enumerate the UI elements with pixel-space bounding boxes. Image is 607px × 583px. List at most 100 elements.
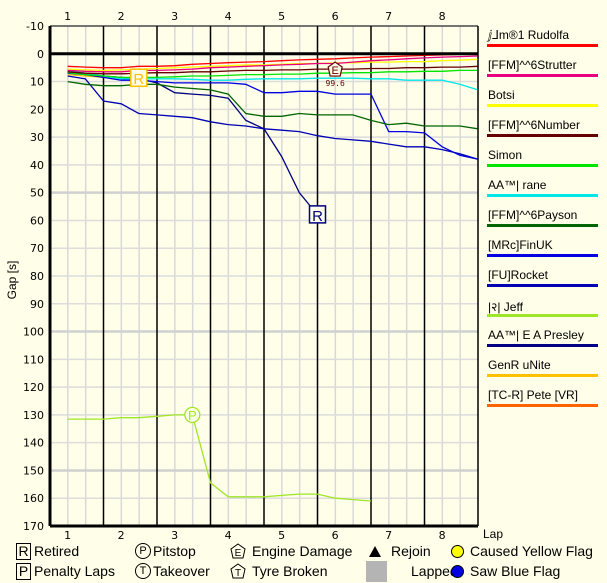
y-tick-label: 150	[23, 464, 44, 477]
penalty-laps-icon: P	[16, 562, 31, 580]
yellow-flag-icon	[451, 544, 464, 558]
legend-item: AA™| rane	[487, 176, 599, 206]
legend-label: Takeover	[153, 563, 210, 579]
legend-label: Retired	[34, 543, 80, 559]
legend-item: Botsi	[487, 86, 599, 116]
legend-yellow-flag: Caused Yellow Flag	[451, 541, 593, 561]
event-legend: R Retired P Pitstop E Engine Damage Rejo…	[0, 540, 607, 582]
x-tick-label-top: 6	[332, 10, 339, 23]
legend-item: [TC-R] Pete [VR]	[487, 386, 599, 416]
legend-label: Pitstop	[153, 543, 196, 559]
legend-item-swatch	[487, 104, 598, 107]
retired-marker-label: R	[312, 208, 323, 225]
x-tick-label-top: 4	[225, 10, 232, 23]
engine-damage-value: 99.6	[326, 79, 345, 88]
legend-pitstop: P Pitstop	[135, 541, 196, 561]
x-tick-label-top: 5	[278, 10, 285, 23]
y-tick-label: 160	[23, 492, 44, 505]
legend-item-swatch	[487, 254, 598, 257]
y-tick-label: 130	[23, 409, 44, 422]
legend-rejoin: Rejoin	[369, 541, 431, 561]
legend-item-label: [MRc]FinUK	[488, 238, 553, 252]
legend-item: |२| Jeff	[487, 296, 599, 326]
legend-item-swatch	[487, 194, 598, 197]
x-tick-label-top: 1	[64, 10, 71, 23]
legend-item-swatch	[487, 164, 598, 167]
legend-item-label: [TC-R] Pete [VR]	[488, 388, 579, 402]
legend-lapped: Lapped	[366, 559, 458, 583]
legend-item: [MRc]FinUK	[487, 236, 599, 266]
pitstop-marker-label: P	[188, 408, 197, 423]
engine-damage-marker-label: E	[331, 65, 338, 77]
legend-label: Rejoin	[391, 543, 431, 559]
lapped-icon	[366, 560, 387, 582]
x-tick-label-top: 3	[171, 10, 178, 23]
y-tick-label: 10	[30, 76, 44, 89]
legend-label: Caused Yellow Flag	[470, 543, 593, 559]
legend-blue-flag: Saw Blue Flag	[451, 561, 560, 581]
y-tick-label: 140	[23, 437, 44, 450]
legend-item-swatch	[487, 134, 598, 137]
legend-item: [FU]Rocket	[487, 266, 599, 296]
legend-item-swatch	[487, 74, 598, 77]
svg-text:E: E	[235, 548, 242, 559]
legend-item-label: [FFM]^^6Payson	[488, 208, 578, 222]
legend-item: GenR uNite	[487, 356, 599, 386]
legend-item: [FFM]^^6Payson	[487, 206, 599, 236]
legend-item: Simon	[487, 146, 599, 176]
series-legend: ⅉ⅃m®1 Rudolfa [FFM]^^6Strutter Botsi [FFM]^…	[487, 26, 599, 416]
legend-item-label: ⅉ⅃m®1 Rudolfa	[488, 28, 570, 42]
y-tick-label: 170	[23, 520, 44, 533]
legend-item-swatch	[487, 404, 598, 407]
engine-damage-icon: E	[230, 543, 246, 559]
legend-tyre-broken: T Tyre Broken	[230, 561, 327, 581]
takeover-icon: T	[135, 563, 151, 579]
legend-item-label: [FFM]^^6Strutter	[488, 58, 577, 72]
legend-item-label: GenR uNite	[488, 358, 551, 372]
blue-flag-icon	[451, 564, 464, 578]
legend-item: [FFM]^^6Strutter	[487, 56, 599, 86]
legend-label: Tyre Broken	[252, 563, 328, 579]
legend-item-label: Botsi	[488, 88, 515, 102]
y-tick-label: 30	[30, 131, 44, 144]
y-tick-label: 20	[30, 103, 44, 116]
legend-item: [FFM]^^6Number	[487, 116, 599, 146]
y-tick-label: 120	[23, 381, 44, 394]
legend-item-swatch	[487, 344, 598, 347]
tyre-broken-icon: T	[230, 563, 246, 579]
y-tick-label: 100	[23, 326, 44, 339]
grid	[50, 25, 479, 527]
y-tick-label: 70	[30, 242, 44, 255]
x-tick-label-top: 2	[118, 10, 125, 23]
y-tick-label: 0	[37, 48, 44, 61]
legend-label: Penalty Laps	[34, 563, 115, 579]
legend-item-label: AA™| rane	[488, 178, 547, 192]
y-tick-label: 80	[30, 270, 44, 283]
legend-item-label: [FU]Rocket	[488, 268, 549, 282]
x-tick-label-top: 7	[385, 10, 392, 23]
legend-item-label: Simon	[488, 148, 523, 162]
legend-engine-damage: E Engine Damage	[230, 541, 352, 561]
y-axis-title: Gap [s]	[5, 261, 19, 300]
legend-item-swatch	[487, 374, 598, 377]
legend-item-swatch	[487, 44, 598, 47]
pitstop-icon: P	[135, 543, 151, 559]
retired-marker-label: R	[133, 71, 144, 88]
y-tick-label: 60	[30, 214, 44, 227]
legend-penalty-laps: P Penalty Laps	[16, 561, 115, 581]
y-tick-label: 40	[30, 159, 44, 172]
legend-takeover: T Takeover	[135, 561, 210, 581]
x-axis-title: Lap	[483, 527, 503, 541]
legend-item-label: [FFM]^^6Number	[488, 118, 580, 132]
legend-item-swatch	[487, 314, 598, 317]
y-tick-label: -10	[26, 20, 44, 33]
y-tick-label: 50	[30, 187, 44, 200]
y-tick-label: 90	[30, 298, 44, 311]
legend-label: Saw Blue Flag	[470, 563, 561, 579]
x-tick-label-top: 8	[439, 10, 446, 23]
legend-item: ⅉ⅃m®1 Rudolfa	[487, 26, 599, 56]
legend-label: Engine Damage	[252, 543, 353, 559]
legend-item-swatch	[487, 284, 598, 287]
legend-item-label: |२| Jeff	[488, 300, 523, 314]
rejoin-icon	[369, 545, 381, 557]
